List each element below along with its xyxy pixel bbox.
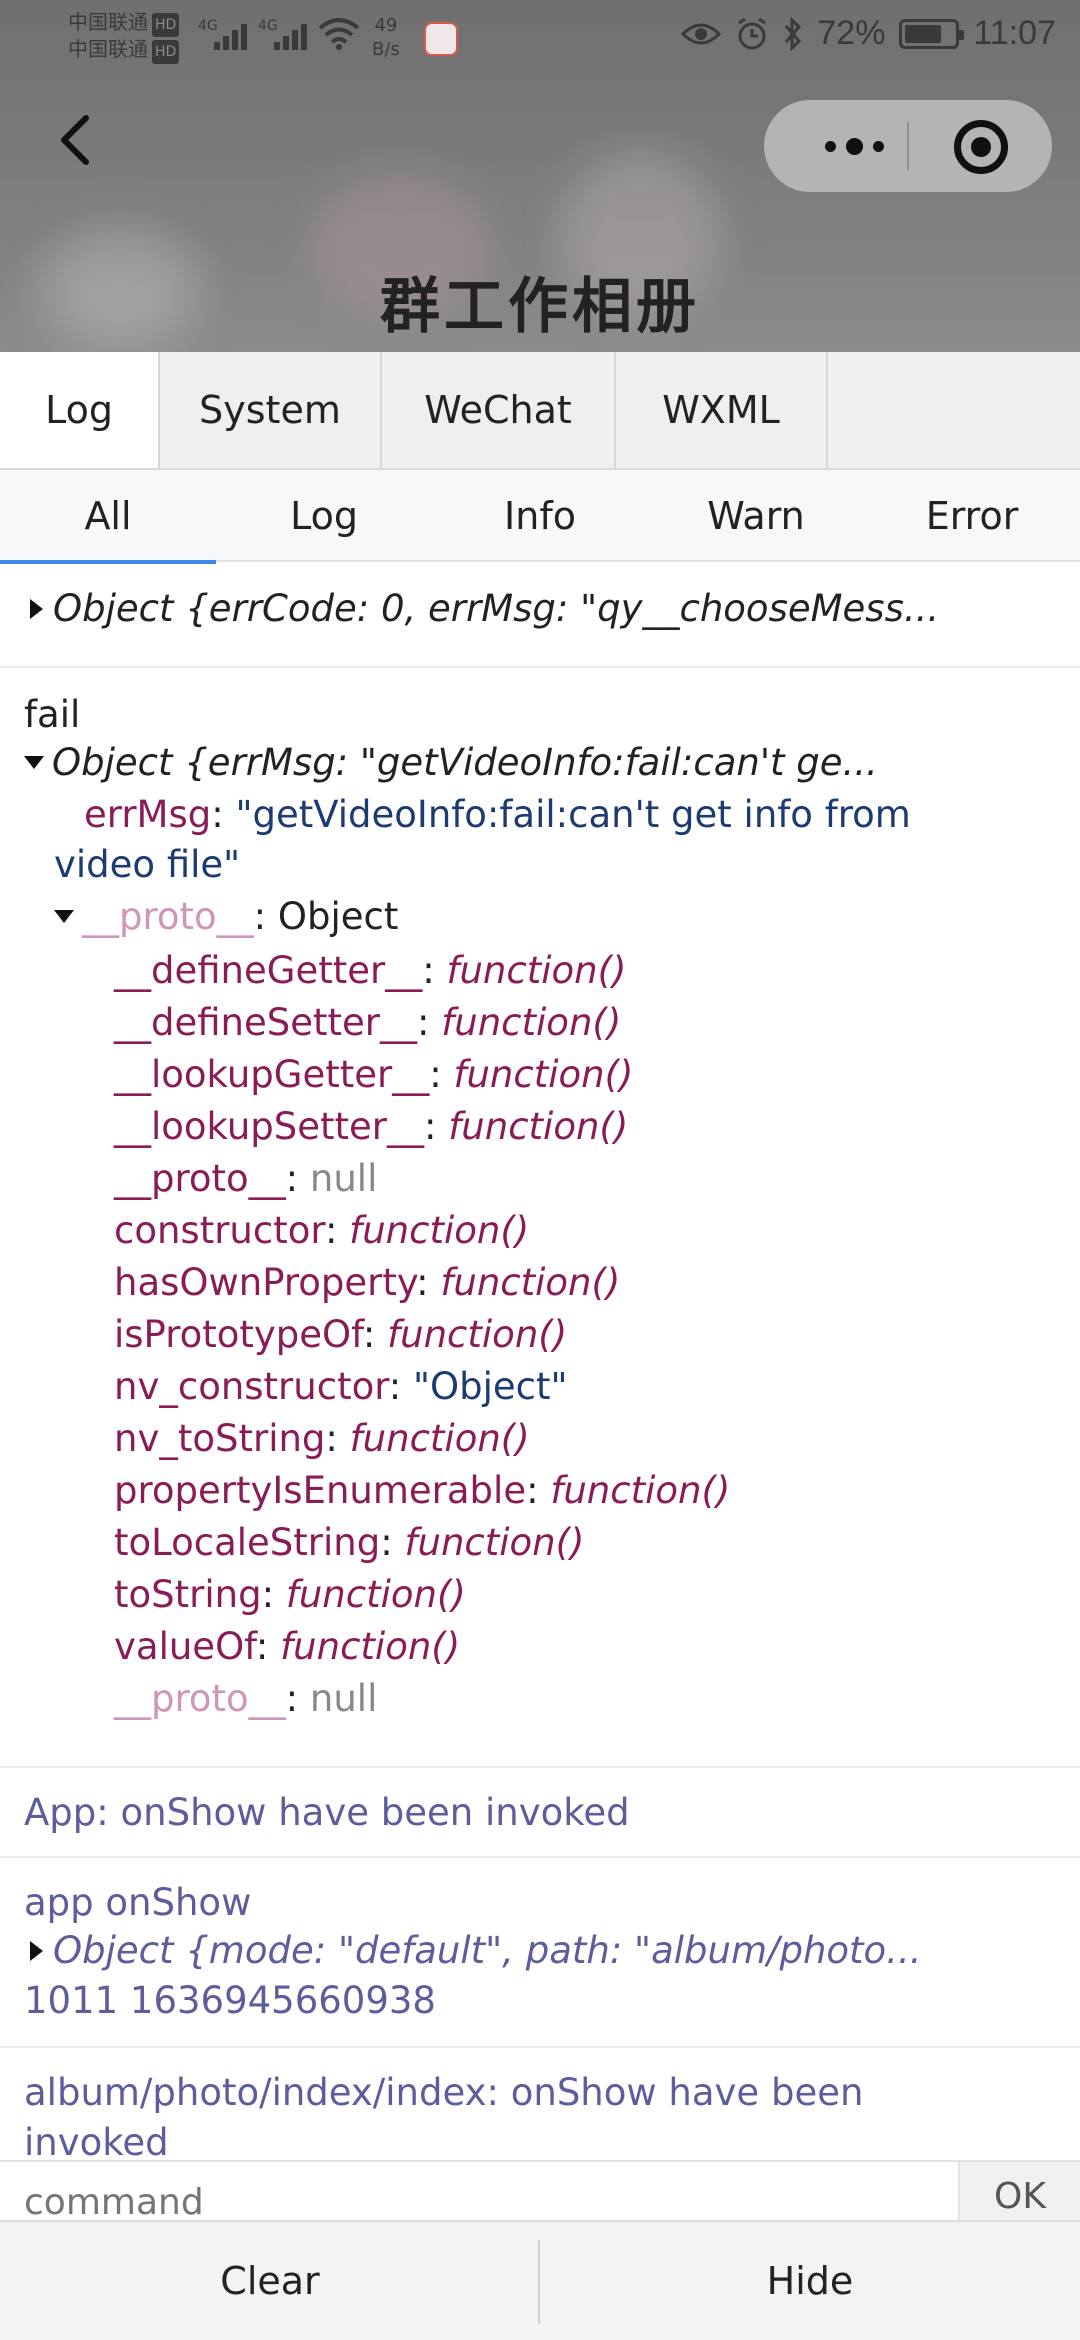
property-row: toString: function() xyxy=(114,1573,466,1616)
alarm-icon xyxy=(738,17,767,49)
toolbar-divider xyxy=(538,2240,540,2324)
property-row: __lookupGetter__: function() xyxy=(114,1053,634,1096)
filter-info[interactable]: Info xyxy=(432,470,648,562)
status-right: 72% 11:07 xyxy=(681,14,1056,53)
property-row: __lookupSetter__: function() xyxy=(114,1105,629,1148)
proto-row[interactable]: __proto__: Object xyxy=(54,892,398,942)
hide-button[interactable]: Hide xyxy=(540,2222,1080,2340)
object-summary[interactable]: Object {mode: "default", path: "album/ph… xyxy=(30,1926,921,1976)
tab-system[interactable]: System xyxy=(160,352,382,468)
status-bar: 中国联通 HD 中国联通 HD 4G 4G 49 B/s 72% 11:07 xyxy=(0,0,1080,80)
mini-program-capsule xyxy=(764,100,1052,192)
log-text: 1011 1636945660938 xyxy=(24,1979,436,2022)
property-value-wrap: video file" xyxy=(54,843,241,886)
property-row: constructor: function() xyxy=(114,1209,530,1252)
tab-wxml[interactable]: WXML xyxy=(616,352,828,468)
hd-badge: HD xyxy=(152,40,180,64)
filter-log[interactable]: Log xyxy=(216,470,432,562)
battery-percent: 72% xyxy=(817,14,886,52)
expand-arrow-icon xyxy=(30,1941,43,1961)
log-text: fail xyxy=(24,693,81,736)
command-input[interactable] xyxy=(24,2172,944,2220)
carrier-info: 中国联通 HD 中国联通 HD xyxy=(68,10,180,64)
log-entry: fail Object {errMsg: "getVideoInfo:fail:… xyxy=(0,668,1080,1768)
eye-icon xyxy=(681,23,722,44)
collapse-arrow-icon xyxy=(24,756,44,769)
bottom-toolbar: Clear Hide xyxy=(0,2220,1080,2340)
property-row: __proto__: null xyxy=(114,1157,378,1200)
tab-wechat[interactable]: WeChat xyxy=(382,352,616,468)
filter-warn[interactable]: Warn xyxy=(648,470,864,562)
mini-app-notification-icon xyxy=(424,22,458,56)
hd-badge: HD xyxy=(152,13,180,37)
log-filter-tabs: All Log Info Warn Error xyxy=(0,470,1080,564)
property-row: __defineSetter__: function() xyxy=(114,1001,622,1044)
object-summary[interactable]: Object {errCode: 0, errMsg: "qy__chooseM… xyxy=(30,584,939,634)
log-text: album/photo/index/index: onShow have bee… xyxy=(24,2071,864,2114)
dot-icon xyxy=(824,140,836,152)
filter-all[interactable]: All xyxy=(0,470,216,564)
property-row: __proto__: null xyxy=(114,1677,378,1720)
collapse-arrow-icon xyxy=(54,910,74,923)
expand-arrow-icon xyxy=(30,599,43,619)
carrier-2: 中国联通 xyxy=(68,37,148,61)
object-summary[interactable]: Object {errMsg: "getVideoInfo:fail:can't… xyxy=(24,738,878,788)
carrier-1: 中国联通 xyxy=(68,10,148,34)
dot-icon xyxy=(872,140,884,152)
page-header: 中国联通 HD 中国联通 HD 4G 4G 49 B/s 72% 11:07 群… xyxy=(0,0,1080,352)
page-title: 群工作相册 xyxy=(380,272,700,342)
close-target-icon[interactable] xyxy=(954,120,1008,174)
signal-bars-icon xyxy=(214,20,254,50)
more-menu-button[interactable] xyxy=(804,100,904,192)
dot-icon xyxy=(845,137,863,155)
log-entry: album/photo/index/index: onShow have bee… xyxy=(0,2048,1080,2164)
capsule-divider xyxy=(907,122,909,170)
bluetooth-icon xyxy=(785,16,802,51)
tab-log[interactable]: Log xyxy=(0,352,160,468)
property-row: errMsg: "getVideoInfo:fail:can't get inf… xyxy=(84,793,911,836)
signal-bars-icon xyxy=(274,20,314,50)
property-row: nv_toString: function() xyxy=(114,1417,530,1460)
property-row: nv_constructor: "Object" xyxy=(114,1365,568,1408)
vconsole-top-tabs: Log System WeChat WXML xyxy=(0,352,1080,470)
battery-icon xyxy=(899,18,965,49)
property-row: hasOwnProperty: function() xyxy=(114,1261,621,1304)
filter-error[interactable]: Error xyxy=(864,470,1080,562)
log-text: app onShow xyxy=(24,1881,252,1924)
property-row: valueOf: function() xyxy=(114,1625,461,1668)
clock: 11:07 xyxy=(973,14,1056,52)
log-entry: app onShow Object {mode: "default", path… xyxy=(0,1858,1080,2048)
log-entry: Object {errCode: 0, errMsg: "qy__chooseM… xyxy=(0,564,1080,668)
log-text: App: onShow have been invoked xyxy=(24,1791,630,1834)
property-row: toLocaleString: function() xyxy=(114,1521,585,1564)
property-row: __defineGetter__: function() xyxy=(114,949,627,992)
clear-button[interactable]: Clear xyxy=(0,2222,540,2340)
property-row: isPrototypeOf: function() xyxy=(114,1313,568,1356)
log-text: invoked xyxy=(24,2121,169,2164)
wifi-icon xyxy=(318,18,360,50)
log-list: Object {errCode: 0, errMsg: "qy__chooseM… xyxy=(0,564,1080,2164)
command-bar: OK xyxy=(0,2160,1080,2220)
log-entry: App: onShow have been invoked xyxy=(0,1768,1080,1858)
network-speed: 49 B/s xyxy=(372,15,400,60)
back-arrow-icon[interactable] xyxy=(52,110,102,170)
command-ok-button[interactable]: OK xyxy=(958,2162,1080,2220)
property-row: propertyIsEnumerable: function() xyxy=(114,1469,731,1512)
